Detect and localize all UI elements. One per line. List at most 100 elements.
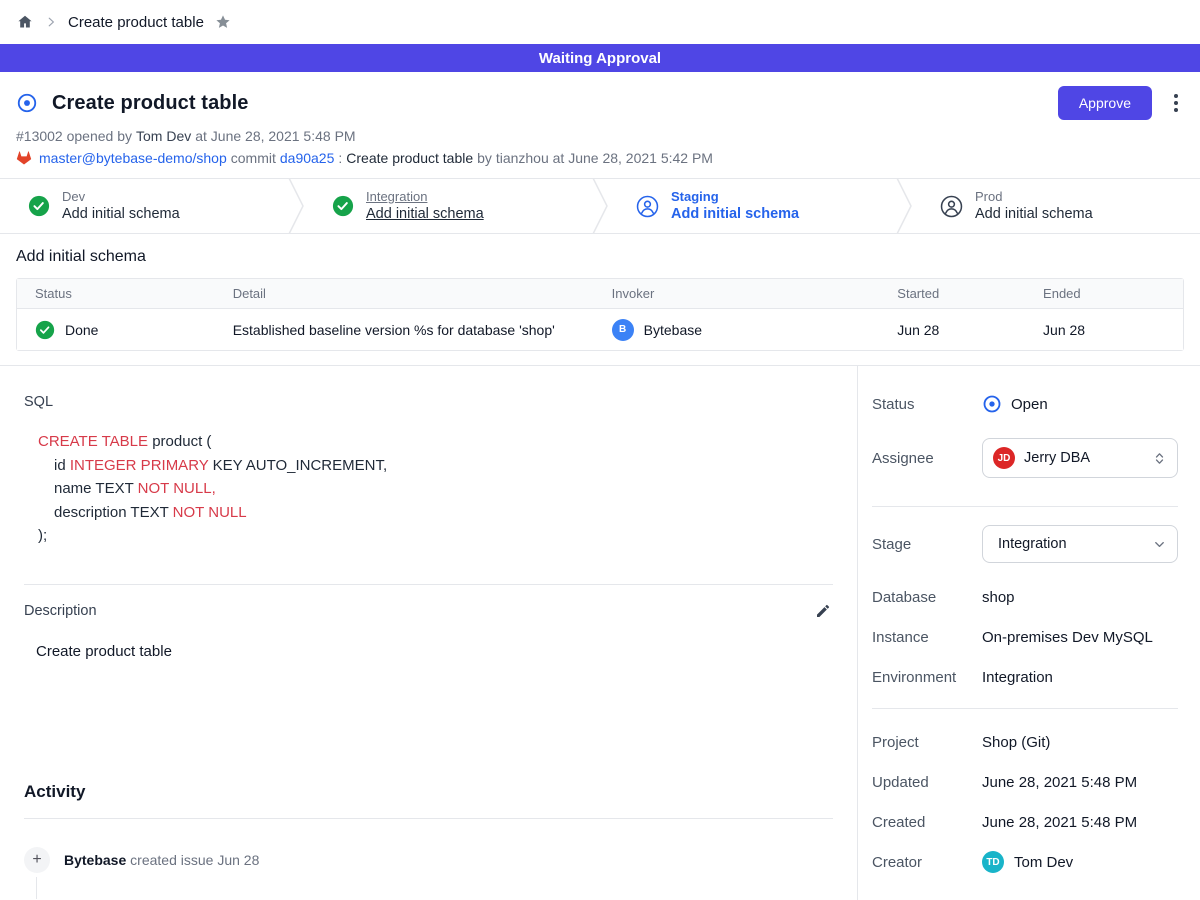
task-table-header: Status Detail Invoker Started Ended — [17, 279, 1183, 309]
plus-icon: + — [24, 847, 50, 873]
updated-label: Updated — [872, 774, 982, 791]
issue-meta: #13002 opened by Tom Dev at June 28, 202… — [16, 128, 1184, 144]
avatar: JD — [993, 447, 1015, 469]
task-table: Status Detail Invoker Started Ended Done… — [16, 278, 1184, 351]
assignee-select[interactable]: JD Jerry DBA — [982, 438, 1178, 478]
environment-row: Environment Integration — [872, 669, 1178, 686]
stage-integration[interactable]: IntegrationAdd initial schema — [304, 179, 592, 233]
breadcrumb-title: Create product table — [68, 14, 204, 31]
col-invoker: Invoker — [612, 286, 898, 301]
status-banner: Waiting Approval — [0, 44, 1200, 72]
stage-prod[interactable]: ProdAdd initial schema — [912, 179, 1200, 233]
col-started: Started — [897, 286, 1043, 301]
stage-select[interactable]: Integration — [982, 525, 1178, 563]
project-value: Shop (Git) — [982, 734, 1050, 751]
sql-line: CREATE TABLE product ( — [38, 430, 833, 454]
sql-line: name TEXT NOT NULL, — [38, 477, 833, 501]
stage-staging[interactable]: StagingAdd initial schema — [608, 179, 896, 233]
branch-link[interactable]: master@bytebase-demo/shop — [39, 150, 227, 166]
chevron-right-icon — [44, 15, 58, 29]
environment-value: Integration — [982, 669, 1053, 686]
commit-colon: : — [338, 150, 342, 166]
home-icon[interactable] — [16, 13, 34, 31]
col-status: Status — [17, 286, 233, 301]
commit-tail: by tianzhou at June 28, 2021 5:42 PM — [477, 150, 713, 166]
issue-sidebar: Status Open Assignee JD Jerry DBA — [858, 366, 1200, 900]
task-started: Jun 28 — [897, 322, 1043, 338]
stage-task-label: Add initial schema — [62, 205, 180, 223]
issue-detail-column: SQL CREATE TABLE product ( id INTEGER PR… — [0, 366, 858, 900]
updated-row: Updated June 28, 2021 5:48 PM — [872, 774, 1178, 791]
instance-label: Instance — [872, 629, 982, 646]
issue-author: Tom Dev — [136, 128, 191, 144]
chevron-down-icon — [1152, 537, 1167, 552]
activity-item: + Bytebase created issue Jun 28 — [24, 847, 833, 873]
updated-value: June 28, 2021 5:48 PM — [982, 774, 1137, 791]
check-circle-icon — [28, 195, 50, 217]
project-label: Project — [872, 734, 982, 751]
created-row: Created June 28, 2021 5:48 PM — [872, 814, 1178, 831]
stage-env-label: Staging — [671, 189, 799, 205]
page-title: Create product table — [52, 92, 248, 115]
assignee-row: Assignee JD Jerry DBA — [872, 438, 1178, 478]
stage-env-label: Integration — [366, 189, 484, 205]
avatar: B — [612, 319, 634, 341]
sql-line: id INTEGER PRIMARY KEY AUTO_INCREMENT, — [38, 454, 833, 478]
created-label: Created — [872, 814, 982, 831]
issue-number: #13002 opened by — [16, 128, 132, 144]
divider — [24, 584, 833, 585]
instance-value: On-premises Dev MySQL — [982, 629, 1153, 646]
database-value: shop — [982, 589, 1015, 606]
sql-label: SQL — [24, 394, 833, 410]
divider — [872, 708, 1178, 709]
stage-dev[interactable]: DevAdd initial schema — [0, 179, 288, 233]
stage-value: Integration — [993, 536, 1067, 552]
timeline-connector — [36, 877, 37, 899]
status-banner-text: Waiting Approval — [539, 50, 661, 67]
star-icon[interactable] — [214, 13, 232, 31]
issue-open-icon — [982, 394, 1002, 414]
project-row: Project Shop (Git) — [872, 734, 1178, 751]
sql-line: description TEXT NOT NULL — [38, 501, 833, 525]
divider — [24, 818, 833, 819]
stage-label: Stage — [872, 536, 982, 553]
col-detail: Detail — [233, 286, 612, 301]
kebab-menu-icon[interactable] — [1168, 90, 1184, 116]
instance-row: Instance On-premises Dev MySQL — [872, 629, 1178, 646]
activity-action: created issue Jun 28 — [130, 852, 259, 868]
stage-separator-icon — [592, 179, 608, 233]
creator-value: Tom Dev — [1014, 854, 1073, 871]
created-value: June 28, 2021 5:48 PM — [982, 814, 1137, 831]
stage-pipeline: DevAdd initial schema IntegrationAdd ini… — [0, 178, 1200, 234]
activity-actor: Bytebase — [64, 852, 126, 868]
stage-task-label: Add initial schema — [975, 205, 1093, 223]
issue-date: at June 28, 2021 5:48 PM — [195, 128, 355, 144]
col-ended: Ended — [1043, 286, 1183, 301]
stage-task-label: Add initial schema — [366, 205, 484, 223]
task-section: Add initial schema Status Detail Invoker… — [0, 234, 1200, 366]
stage-env-label: Dev — [62, 189, 180, 205]
status-label: Status — [872, 396, 982, 413]
database-label: Database — [872, 589, 982, 606]
assignee-label: Assignee — [872, 450, 982, 467]
stage-separator-icon — [288, 179, 304, 233]
approve-button[interactable]: Approve — [1058, 86, 1152, 120]
commit-line: master@bytebase-demo/shop commit da90a25… — [16, 150, 1184, 166]
task-detail: Established baseline version %s for data… — [233, 322, 612, 338]
assignee-value: Jerry DBA — [1024, 450, 1090, 466]
chevron-up-down-icon — [1152, 451, 1167, 466]
pending-user-icon — [940, 195, 963, 218]
breadcrumb: Create product table — [0, 0, 1200, 44]
stage-env-label: Prod — [975, 189, 1093, 205]
creator-label: Creator — [872, 854, 982, 871]
task-invoker: Bytebase — [644, 322, 702, 338]
commit-sha-link[interactable]: da90a25 — [280, 150, 335, 166]
divider — [872, 506, 1178, 507]
database-row: Database shop — [872, 589, 1178, 606]
avatar: TD — [982, 851, 1004, 873]
creator-row: Creator TD Tom Dev — [872, 851, 1178, 873]
edit-pencil-icon[interactable] — [813, 601, 833, 621]
issue-open-icon — [16, 92, 38, 114]
gitlab-icon — [16, 150, 32, 166]
sql-line: ); — [38, 524, 833, 548]
